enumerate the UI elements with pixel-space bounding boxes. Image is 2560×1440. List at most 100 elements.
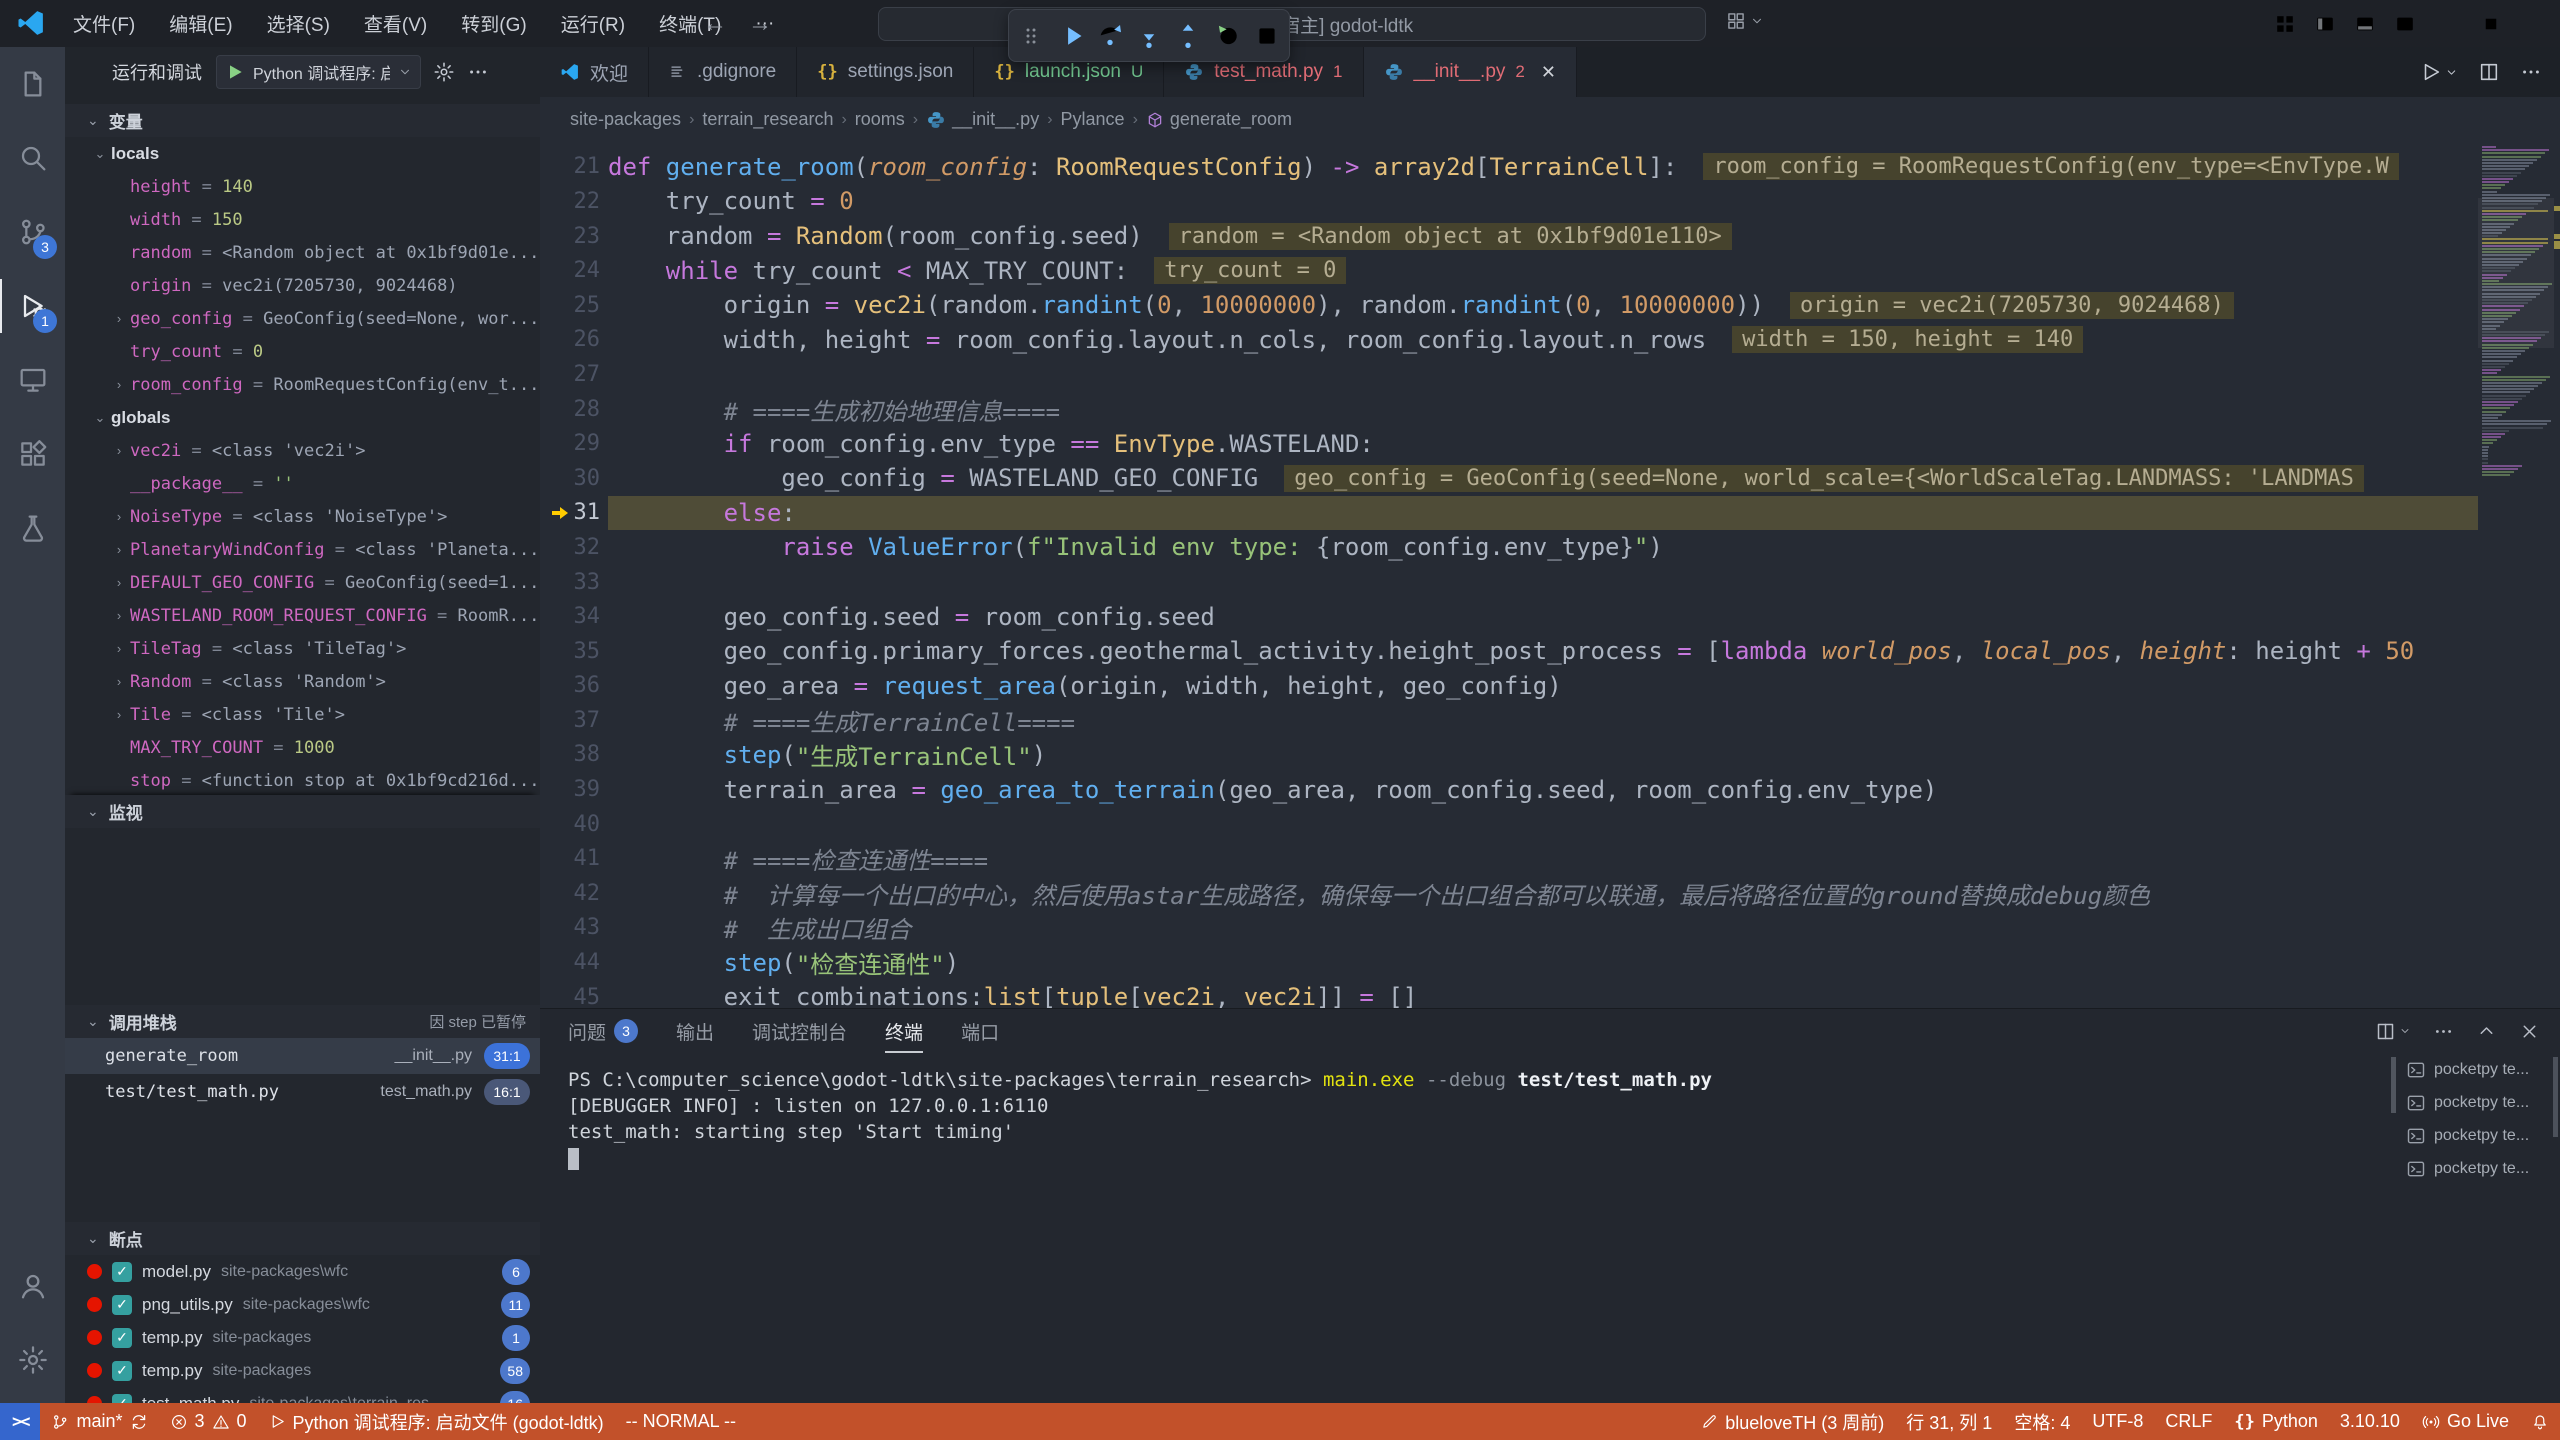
- variable-row[interactable]: random = <Random object at 0x1bf9d01e...: [65, 236, 540, 269]
- toggle-sidebar-icon[interactable]: [2308, 7, 2342, 41]
- breakpoint-checkbox[interactable]: ✓: [112, 1295, 132, 1315]
- activity-search[interactable]: [0, 121, 65, 195]
- code-line[interactable]: 35 geo_config.primary_forces.geothermal_…: [540, 634, 2560, 669]
- variable-row[interactable]: ›TileTag = <class 'TileTag'>: [65, 632, 540, 665]
- toggle-panel-icon[interactable]: [2348, 7, 2382, 41]
- restart-button[interactable]: [1211, 19, 1245, 53]
- code-line[interactable]: 24 while try_count < MAX_TRY_COUNT:try_c…: [540, 253, 2560, 288]
- breadcrumb-item[interactable]: generate_room: [1146, 109, 1292, 130]
- breakpoint-row[interactable]: ✓temp.pysite-packages58: [65, 1354, 540, 1387]
- terminal-list-scrollbar[interactable]: [2553, 1057, 2558, 1137]
- line-number[interactable]: 41: [540, 846, 600, 871]
- terminal-instance-item[interactable]: pocketpy te...: [2400, 1119, 2560, 1152]
- line-number[interactable]: 25: [540, 293, 600, 318]
- start-debug-icon[interactable]: [225, 62, 245, 82]
- tab--[interactable]: 欢迎: [540, 47, 649, 97]
- code-line[interactable]: 21def generate_room(room_config: RoomReq…: [540, 150, 2560, 185]
- statusbar-cursor-position[interactable]: 行 31, 列 1: [1895, 1403, 2003, 1440]
- variable-row[interactable]: ›vec2i = <class 'vec2i'>: [65, 434, 540, 467]
- line-number[interactable]: 36: [540, 673, 600, 698]
- code-line[interactable]: 43 # 生成出口组合: [540, 911, 2560, 946]
- breakpoint-checkbox[interactable]: ✓: [112, 1328, 132, 1348]
- line-number[interactable]: 44: [540, 950, 600, 975]
- terminal-instance-item[interactable]: pocketpy te...: [2400, 1086, 2560, 1119]
- tab--gdignore[interactable]: .gdignore: [649, 47, 797, 97]
- breakpoint-row[interactable]: ✓temp.pysite-packages1: [65, 1321, 540, 1354]
- gear-icon[interactable]: [433, 61, 455, 83]
- code-line[interactable]: 31 else:: [540, 496, 2560, 531]
- step-over-button[interactable]: [1093, 19, 1127, 53]
- variables-section-header[interactable]: ⌄变量: [65, 104, 540, 137]
- more-actions-icon[interactable]: [2520, 61, 2542, 83]
- line-number[interactable]: 28: [540, 397, 600, 422]
- nav-forward-icon[interactable]: →: [745, 9, 775, 39]
- variable-row[interactable]: height = 140: [65, 170, 540, 203]
- line-number[interactable]: 38: [540, 742, 600, 767]
- activity-source-control[interactable]: 3: [0, 195, 65, 269]
- callstack-section-header[interactable]: ⌄调用堆栈 因 step 已暂停: [65, 1005, 540, 1038]
- activity-run-and-debug[interactable]: 1: [0, 269, 65, 343]
- panel-tab-问题[interactable]: 问题3: [568, 1009, 638, 1053]
- tab-settings-json[interactable]: {}settings.json: [797, 47, 974, 97]
- statusbar-git-branch[interactable]: main*: [40, 1403, 158, 1440]
- code-line[interactable]: 22 try_count = 0: [540, 184, 2560, 219]
- statusbar-remote[interactable]: ><: [0, 1403, 40, 1440]
- line-number[interactable]: 37: [540, 708, 600, 733]
- watch-section-header[interactable]: ⌄监视: [65, 795, 540, 828]
- line-number[interactable]: 26: [540, 327, 600, 352]
- terminal-instance-item[interactable]: pocketpy te...: [2400, 1053, 2560, 1086]
- variable-row[interactable]: origin = vec2i(7205730, 9024468): [65, 269, 540, 302]
- statusbar-go-live[interactable]: Go Live: [2411, 1403, 2520, 1440]
- panel-tab-输出[interactable]: 输出: [676, 1009, 714, 1053]
- code-line[interactable]: 42 # 计算每一个出口的中心，然后使用astar生成路径，确保每一个出口组合都…: [540, 876, 2560, 911]
- variable-row[interactable]: width = 150: [65, 203, 540, 236]
- tab--init-py[interactable]: __init__.py2✕: [1364, 47, 1577, 97]
- line-number[interactable]: 43: [540, 915, 600, 940]
- variable-row[interactable]: ›Random = <class 'Random'>: [65, 665, 540, 698]
- activity-remote-explorer[interactable]: [0, 343, 65, 417]
- statusbar-git-blame[interactable]: blueloveTH (3 周前): [1690, 1403, 1895, 1440]
- minimap-slider[interactable]: [2478, 198, 2554, 348]
- breakpoint-row[interactable]: ✓model.pysite-packages\wfc6: [65, 1255, 540, 1288]
- activity-account[interactable]: [0, 1249, 65, 1323]
- step-out-button[interactable]: [1171, 19, 1205, 53]
- window-close-icon[interactable]: [2514, 0, 2560, 47]
- code-editor[interactable]: 20 21def generate_room(room_config: RoomR…: [540, 142, 2560, 1008]
- line-number[interactable]: 20: [540, 142, 600, 145]
- breadcrumb-item[interactable]: site-packages: [570, 109, 681, 130]
- line-number[interactable]: 29: [540, 431, 600, 456]
- code-line[interactable]: 39 terrain_area = geo_area_to_terrain(ge…: [540, 772, 2560, 807]
- line-number[interactable]: 27: [540, 362, 600, 387]
- line-number[interactable]: 35: [540, 639, 600, 664]
- launch-config-dropdown[interactable]: Python 调试程序: 启:: [216, 55, 421, 89]
- breakpoint-row[interactable]: ✓png_utils.pysite-packages\wfc11: [65, 1288, 540, 1321]
- code-line[interactable]: 26 width, height = room_config.layout.n_…: [540, 323, 2560, 358]
- breakpoint-checkbox[interactable]: ✓: [112, 1361, 132, 1381]
- statusbar-eol[interactable]: CRLF: [2154, 1403, 2223, 1440]
- code-line[interactable]: 34 geo_config.seed = room_config.seed: [540, 599, 2560, 634]
- menu-item-2[interactable]: 选择(S): [250, 0, 347, 47]
- terminal-instance-item[interactable]: pocketpy te...: [2400, 1152, 2560, 1185]
- menu-item-5[interactable]: 运行(R): [544, 0, 642, 47]
- code-line[interactable]: 40: [540, 807, 2560, 842]
- line-number[interactable]: 45: [540, 985, 600, 1008]
- line-number[interactable]: 32: [540, 535, 600, 560]
- code-line[interactable]: 27: [540, 357, 2560, 392]
- code-line[interactable]: 45 exit_combinations:list[tuple[vec2i, v…: [540, 980, 2560, 1008]
- callstack-frame[interactable]: generate_room__init__.py31:1: [65, 1038, 540, 1074]
- variable-row[interactable]: ›geo_config = GeoConfig(seed=None, wor..…: [65, 302, 540, 335]
- variable-row[interactable]: ›room_config = RoomRequestConfig(env_t..…: [65, 368, 540, 401]
- customize-layout-icon[interactable]: [2268, 7, 2302, 41]
- variable-row[interactable]: ›DEFAULT_GEO_CONFIG = GeoConfig(seed=1..…: [65, 566, 540, 599]
- variable-row[interactable]: __package__ = '': [65, 467, 540, 500]
- statusbar-encoding[interactable]: UTF-8: [2081, 1403, 2154, 1440]
- breadcrumb-item[interactable]: Pylance: [1061, 109, 1125, 130]
- more-actions-icon[interactable]: [2433, 1021, 2454, 1042]
- variable-row[interactable]: MAX_TRY_COUNT = 1000: [65, 731, 540, 764]
- window-minimize-icon[interactable]: [2422, 0, 2468, 47]
- panel-tab-终端[interactable]: 终端: [885, 1009, 923, 1053]
- callstack-frame[interactable]: test/test_math.pytest_math.py16:1: [65, 1074, 540, 1110]
- code-line[interactable]: 25 origin = vec2i(random.randint(0, 1000…: [540, 288, 2560, 323]
- line-number[interactable]: 34: [540, 604, 600, 629]
- line-number[interactable]: 24: [540, 258, 600, 283]
